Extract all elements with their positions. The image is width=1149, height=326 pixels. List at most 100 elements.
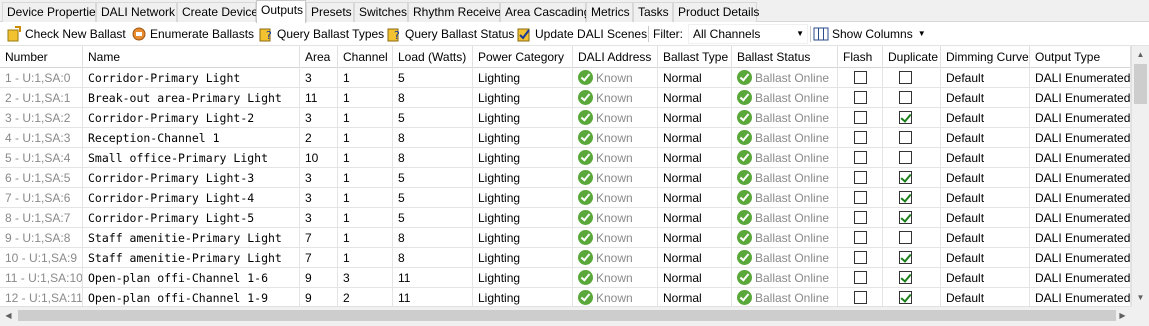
cell-power-category[interactable]: Lighting bbox=[473, 168, 573, 188]
table-row[interactable]: 9 - U:1,SA:8 Staff amenitie-Primary Light… bbox=[0, 228, 1131, 248]
cell-output-type[interactable]: DALI Enumerated bbox=[1030, 168, 1131, 188]
duplicate-checkbox[interactable] bbox=[899, 111, 912, 124]
tab-rhythm-receive[interactable]: Rhythm Receive bbox=[408, 2, 501, 22]
cell-dali-address[interactable]: Known bbox=[573, 248, 658, 268]
flash-checkbox[interactable] bbox=[854, 291, 867, 304]
cell-ballast-type[interactable]: Normal bbox=[658, 188, 732, 208]
cell-dimming-curve[interactable]: Default bbox=[941, 168, 1030, 188]
cell-name[interactable]: Small office-Primary Light bbox=[83, 148, 300, 168]
cell-name[interactable]: Staff amenitie-Primary Light bbox=[83, 228, 300, 248]
cell-output-type[interactable]: DALI Enumerated bbox=[1030, 188, 1131, 208]
cell-duplicate[interactable] bbox=[883, 88, 941, 108]
cell-name[interactable]: Corridor-Primary Light-3 bbox=[83, 168, 300, 188]
cell-ballast-status[interactable]: Ballast Online bbox=[732, 88, 838, 108]
cell-duplicate[interactable] bbox=[883, 268, 941, 288]
scroll-left-icon[interactable]: ◀ bbox=[0, 307, 17, 324]
flash-checkbox[interactable] bbox=[854, 211, 867, 224]
cell-dimming-curve[interactable]: Default bbox=[941, 188, 1030, 208]
column-header-name[interactable]: Name bbox=[83, 46, 300, 68]
cell-load[interactable]: 5 bbox=[393, 108, 473, 128]
tab-outputs[interactable]: Outputs bbox=[256, 0, 306, 23]
cell-ballast-type[interactable]: Normal bbox=[658, 148, 732, 168]
column-header-area[interactable]: Area bbox=[300, 46, 338, 68]
cell-power-category[interactable]: Lighting bbox=[473, 288, 573, 306]
cell-dimming-curve[interactable]: Default bbox=[941, 228, 1030, 248]
cell-ballast-type[interactable]: Normal bbox=[658, 88, 732, 108]
cell-output-type[interactable]: DALI Enumerated bbox=[1030, 128, 1131, 148]
cell-area[interactable]: 3 bbox=[300, 168, 338, 188]
flash-checkbox[interactable] bbox=[854, 251, 867, 264]
cell-area[interactable]: 3 bbox=[300, 188, 338, 208]
table-row[interactable]: 2 - U:1,SA:1 Break-out area-Primary Light… bbox=[0, 88, 1131, 108]
cell-duplicate[interactable] bbox=[883, 188, 941, 208]
cell-dali-address[interactable]: Known bbox=[573, 288, 658, 306]
cell-channel[interactable]: 1 bbox=[338, 248, 393, 268]
cell-duplicate[interactable] bbox=[883, 208, 941, 228]
column-header-channel[interactable]: Channel bbox=[338, 46, 393, 68]
cell-channel[interactable]: 1 bbox=[338, 208, 393, 228]
cell-name[interactable]: Corridor-Primary Light bbox=[83, 68, 300, 88]
cell-load[interactable]: 5 bbox=[393, 68, 473, 88]
cell-dali-address[interactable]: Known bbox=[573, 88, 658, 108]
cell-load[interactable]: 8 bbox=[393, 88, 473, 108]
filter-dropdown[interactable]: All Channels ▼ bbox=[688, 24, 808, 44]
query-ballast-types-button[interactable]: ? Query Ballast Types bbox=[258, 24, 384, 44]
cell-name[interactable]: Staff amenitie-Primary Light bbox=[83, 248, 300, 268]
cell-dali-address[interactable]: Known bbox=[573, 188, 658, 208]
cell-channel[interactable]: 1 bbox=[338, 128, 393, 148]
cell-area[interactable]: 11 bbox=[300, 88, 338, 108]
duplicate-checkbox[interactable] bbox=[899, 191, 912, 204]
flash-checkbox[interactable] bbox=[854, 111, 867, 124]
cell-dali-address[interactable]: Known bbox=[573, 68, 658, 88]
cell-power-category[interactable]: Lighting bbox=[473, 148, 573, 168]
enumerate-ballasts-button[interactable]: Enumerate Ballasts bbox=[131, 24, 254, 44]
cell-flash[interactable] bbox=[838, 208, 883, 228]
cell-load[interactable]: 5 bbox=[393, 168, 473, 188]
cell-power-category[interactable]: Lighting bbox=[473, 108, 573, 128]
scroll-right-icon[interactable]: ▶ bbox=[1114, 307, 1131, 324]
cell-output-type[interactable]: DALI Enumerated bbox=[1030, 228, 1131, 248]
cell-flash[interactable] bbox=[838, 168, 883, 188]
cell-duplicate[interactable] bbox=[883, 288, 941, 306]
cell-dali-address[interactable]: Known bbox=[573, 168, 658, 188]
cell-ballast-status[interactable]: Ballast Online bbox=[732, 268, 838, 288]
cell-dimming-curve[interactable]: Default bbox=[941, 208, 1030, 228]
cell-dimming-curve[interactable]: Default bbox=[941, 68, 1030, 88]
cell-duplicate[interactable] bbox=[883, 248, 941, 268]
cell-dimming-curve[interactable]: Default bbox=[941, 108, 1030, 128]
tab-create-device[interactable]: Create Device bbox=[177, 2, 258, 22]
cell-ballast-type[interactable]: Normal bbox=[658, 68, 732, 88]
cell-ballast-status[interactable]: Ballast Online bbox=[732, 128, 838, 148]
table-row[interactable]: 4 - U:1,SA:3 Reception-Channel 1 2 1 8 Lighti… bbox=[0, 128, 1131, 148]
tab-presets[interactable]: Presets bbox=[306, 2, 354, 22]
tab-dali-network[interactable]: DALI Network bbox=[96, 2, 177, 22]
column-header-power-category[interactable]: Power Category bbox=[473, 46, 573, 68]
cell-ballast-type[interactable]: Normal bbox=[658, 128, 732, 148]
cell-number[interactable]: 11 - U:1,SA:10 bbox=[0, 268, 83, 288]
table-row[interactable]: 3 - U:1,SA:2 Corridor-Primary Light-2 3 1 5 L… bbox=[0, 108, 1131, 128]
cell-number[interactable]: 9 - U:1,SA:8 bbox=[0, 228, 83, 248]
cell-dali-address[interactable]: Known bbox=[573, 228, 658, 248]
cell-flash[interactable] bbox=[838, 148, 883, 168]
duplicate-checkbox[interactable] bbox=[899, 231, 912, 244]
cell-dali-address[interactable]: Known bbox=[573, 108, 658, 128]
duplicate-checkbox[interactable] bbox=[899, 251, 912, 264]
cell-area[interactable]: 7 bbox=[300, 248, 338, 268]
duplicate-checkbox[interactable] bbox=[899, 271, 912, 284]
update-dali-scenes-button[interactable]: Update DALI Scenes bbox=[516, 24, 647, 44]
column-header-flash[interactable]: Flash bbox=[838, 46, 883, 68]
cell-name[interactable]: Open-plan offi-Channel 1-6 bbox=[83, 268, 300, 288]
cell-number[interactable]: 7 - U:1,SA:6 bbox=[0, 188, 83, 208]
cell-power-category[interactable]: Lighting bbox=[473, 248, 573, 268]
table-row[interactable]: 6 - U:1,SA:5 Corridor-Primary Light-3 3 1 5 L… bbox=[0, 168, 1131, 188]
column-header-load[interactable]: Load (Watts) bbox=[393, 46, 473, 68]
cell-power-category[interactable]: Lighting bbox=[473, 228, 573, 248]
tab-device-properties[interactable]: Device Properties bbox=[2, 2, 102, 22]
table-row[interactable]: 1 - U:1,SA:0 Corridor-Primary Light 3 1 5 Lig… bbox=[0, 68, 1131, 88]
flash-checkbox[interactable] bbox=[854, 71, 867, 84]
cell-flash[interactable] bbox=[838, 68, 883, 88]
cell-flash[interactable] bbox=[838, 188, 883, 208]
flash-checkbox[interactable] bbox=[854, 271, 867, 284]
cell-load[interactable]: 5 bbox=[393, 208, 473, 228]
table-row[interactable]: 11 - U:1,SA:10 Open-plan offi-Channel 1-6… bbox=[0, 268, 1131, 288]
